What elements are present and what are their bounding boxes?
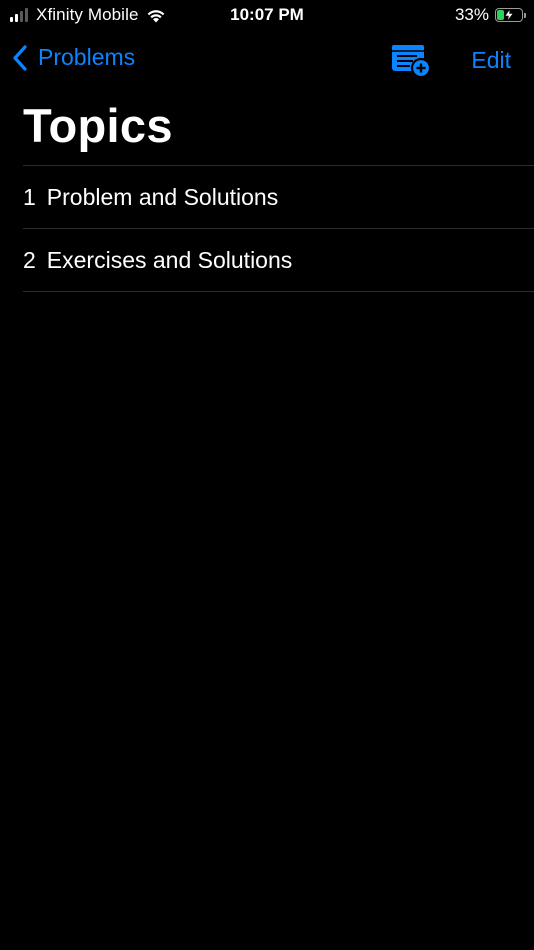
battery-icon	[495, 8, 523, 22]
topic-label: Exercises and Solutions	[46, 246, 293, 273]
chevron-left-icon	[13, 44, 27, 71]
back-button-label: Problems	[38, 44, 136, 70]
topic-row-1[interactable]: 1 Problem and Solutions	[23, 166, 534, 229]
status-right: 33%	[455, 5, 526, 25]
topic-row-2[interactable]: 2 Exercises and Solutions	[23, 229, 534, 292]
list-add-icon	[392, 45, 432, 79]
topic-number: 2	[23, 246, 36, 273]
edit-button[interactable]: Edit	[471, 47, 511, 74]
status-bar: Xfinity Mobile 10:07 PM 33%	[0, 0, 534, 30]
topic-label: Problem and Solutions	[46, 183, 279, 210]
status-time: 10:07 PM	[230, 5, 304, 24]
battery-percent: 33%	[454, 5, 489, 24]
back-button[interactable]: Problems	[12, 44, 135, 71]
battery-level-fill	[497, 10, 504, 20]
topic-number: 1	[23, 183, 36, 210]
topic-list: 1 Problem and Solutions 2 Exercises and …	[23, 165, 534, 292]
add-topic-button[interactable]	[390, 42, 432, 79]
navigation-bar: Problems Edit	[0, 38, 534, 82]
charging-bolt-icon	[504, 9, 514, 21]
battery-cap	[524, 12, 526, 18]
page-title: Topics	[23, 99, 173, 152]
